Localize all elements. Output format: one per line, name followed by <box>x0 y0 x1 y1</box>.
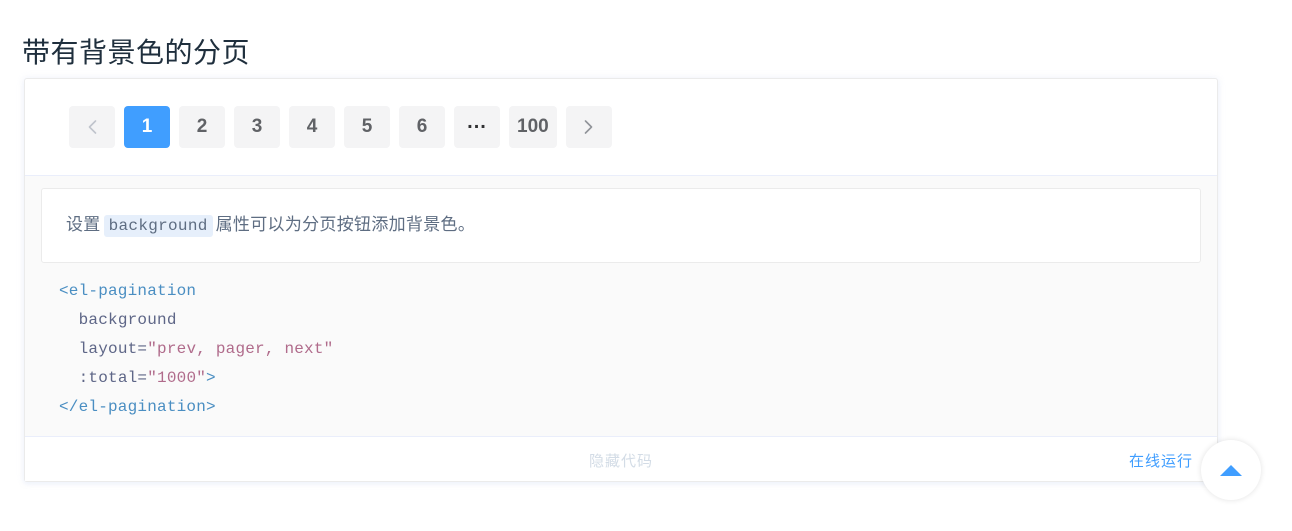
pagination-page-4[interactable]: 4 <box>289 106 335 148</box>
code-attr-total-name: :total= <box>78 369 148 387</box>
demo-card: 1 2 3 4 5 6 ... 100 设置 background 属性可以为分页按… <box>24 78 1218 482</box>
chevron-left-icon <box>86 119 99 135</box>
description-text: 设置 background 属性可以为分页按钮添加背景色。 <box>66 212 1176 239</box>
pagination-page-1[interactable]: 1 <box>124 106 170 148</box>
pagination-page-5[interactable]: 5 <box>344 106 390 148</box>
pagination-page-6[interactable]: 6 <box>399 106 445 148</box>
pagination-more-button[interactable]: ... <box>454 106 500 148</box>
code-attr-layout-name: layout= <box>78 340 148 358</box>
page-title: 带有背景色的分页 <box>22 36 251 68</box>
code-attr-total-value: "1000" <box>147 369 207 387</box>
code-tag-open-close: > <box>206 369 216 387</box>
code-tag-end: </el-pagination> <box>59 398 216 416</box>
pagination-next-button[interactable] <box>565 106 612 148</box>
demo-description: 设置 background 属性可以为分页按钮添加背景色。 <box>41 188 1201 263</box>
back-to-top-button[interactable] <box>1201 440 1261 500</box>
code-attr-background: background <box>78 311 177 329</box>
chevron-right-icon <box>582 119 595 135</box>
pagination-prev-button[interactable] <box>69 106 115 148</box>
code-content: <el-pagination background layout="prev, … <box>59 277 1193 422</box>
pagination-page-2[interactable]: 2 <box>179 106 225 148</box>
demo-lower-region: 设置 background 属性可以为分页按钮添加背景色。 <el-paginati… <box>25 175 1217 436</box>
pagination: 1 2 3 4 5 6 ... 100 <box>69 106 1193 148</box>
code-attr-layout-value: "prev, pager, next" <box>147 340 334 358</box>
description-after: 属性可以为分页按钮添加背景色。 <box>215 215 476 234</box>
run-online-link[interactable]: 在线运行 <box>1129 450 1193 471</box>
toggle-code-label[interactable]: 隐藏代码 <box>589 450 653 471</box>
description-inline-code: background <box>103 215 213 237</box>
demo-showcase: 1 2 3 4 5 6 ... 100 <box>25 79 1217 175</box>
caret-up-icon <box>1220 464 1242 476</box>
pagination-page-100[interactable]: 100 <box>509 106 557 148</box>
description-before: 设置 <box>66 215 101 234</box>
demo-control-bar[interactable]: 隐藏代码 在线运行 <box>25 436 1217 481</box>
code-tag-open: <el-pagination <box>59 282 197 300</box>
demo-code-block: <el-pagination background layout="prev, … <box>25 263 1217 436</box>
pagination-page-3[interactable]: 3 <box>234 106 280 148</box>
